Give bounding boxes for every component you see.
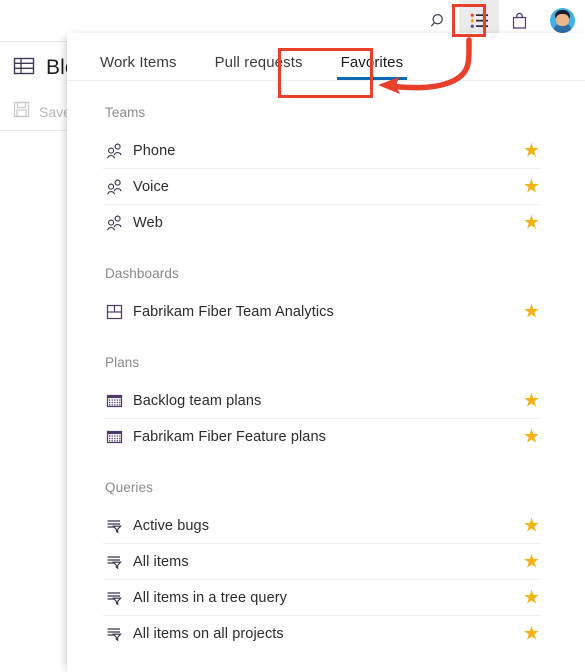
favorite-star-icon[interactable]: ★ (523, 391, 540, 410)
favorite-star-icon[interactable]: ★ (523, 427, 540, 446)
favorite-star-icon[interactable]: ★ (523, 141, 540, 160)
query-filter-icon-glyph (107, 627, 122, 641)
list-item-label: All items (133, 553, 189, 570)
favorite-star-icon[interactable]: ★ (523, 552, 540, 571)
favorite-star-icon[interactable]: ★ (523, 624, 540, 643)
people-icon-glyph (106, 143, 122, 158)
dashboard-icon-glyph (106, 304, 122, 319)
list-item-label: All items in a tree query (133, 589, 288, 606)
list-item-label: All items on all projects (133, 625, 284, 642)
dashboard-icon (103, 302, 125, 322)
flyout-tabstrip: Work Items Pull requests Favorites (67, 33, 585, 81)
query-filter-icon-glyph (107, 555, 122, 569)
group-teams: Teams Phone ★ Voice ★ Web ★ (67, 81, 585, 240)
list-item-label: Fabrikam Fiber Feature plans (133, 428, 326, 445)
table-icon-glyph (13, 57, 35, 74)
group-queries: Queries Active bugs ★ All items ★ All it… (67, 454, 585, 651)
marketplace-bag-icon-glyph (512, 12, 526, 29)
tab-favorites[interactable]: Favorites (334, 54, 411, 80)
query-filter-icon-glyph (107, 519, 122, 533)
table-icon (13, 55, 35, 82)
group-plans: Plans Backlog team plans ★ Fabrikam Fibe… (67, 329, 585, 454)
favorite-star-icon[interactable]: ★ (523, 588, 540, 607)
people-icon-glyph (106, 215, 122, 230)
list-item-label: Active bugs (133, 517, 210, 534)
favorite-star-icon[interactable]: ★ (523, 516, 540, 535)
list-item[interactable]: All items on all projects ★ (103, 615, 540, 651)
people-icon-glyph (106, 179, 122, 194)
people-icon (103, 177, 125, 197)
list-item[interactable]: Web ★ (103, 204, 540, 240)
group-title: Plans (105, 355, 140, 370)
people-icon (103, 141, 125, 161)
tab-pull-requests[interactable]: Pull requests (208, 54, 310, 80)
people-icon (103, 213, 125, 233)
plan-icon (103, 427, 125, 447)
list-item-label: Web (133, 214, 163, 231)
list-item[interactable]: All items ★ (103, 543, 540, 579)
save-icon-glyph (13, 101, 30, 118)
query-icon (103, 516, 125, 536)
save-icon (13, 101, 30, 123)
group-dashboards: Dashboards Fabrikam Fiber Team Analytics… (67, 240, 585, 329)
list-item[interactable]: Active bugs ★ (103, 508, 540, 543)
plan-icon-glyph (106, 394, 122, 407)
list-item-label: Voice (133, 178, 169, 195)
favorite-star-icon[interactable]: ★ (523, 177, 540, 196)
tab-work-items[interactable]: Work Items (93, 54, 184, 80)
list-item[interactable]: Backlog team plans ★ (103, 383, 540, 418)
favorites-flyout-panel: Work Items Pull requests Favorites Teams… (67, 33, 585, 672)
group-title: Dashboards (105, 266, 179, 281)
query-icon (103, 552, 125, 572)
query-filter-icon-glyph (107, 591, 122, 605)
group-title: Teams (105, 105, 146, 120)
query-icon (103, 588, 125, 608)
favorite-star-icon[interactable]: ★ (523, 302, 540, 321)
query-icon (103, 624, 125, 644)
list-item[interactable]: All items in a tree query ★ (103, 579, 540, 615)
favorites-list: Teams Phone ★ Voice ★ Web ★ Dashboards F… (67, 81, 585, 651)
group-title: Queries (105, 480, 153, 495)
plan-icon (103, 391, 125, 411)
work-items-icon-glyph (470, 13, 488, 28)
avatar-image (549, 8, 575, 33)
list-item[interactable]: Fabrikam Fiber Team Analytics ★ (103, 294, 540, 329)
list-item-label: Fabrikam Fiber Team Analytics (133, 303, 334, 320)
favorite-star-icon[interactable]: ★ (523, 213, 540, 232)
list-item-label: Backlog team plans (133, 392, 262, 409)
plan-icon-glyph (106, 430, 122, 443)
list-item[interactable]: Phone ★ (103, 133, 540, 168)
list-item[interactable]: Voice ★ (103, 168, 540, 204)
list-item-label: Phone (133, 142, 176, 159)
search-icon-glyph (430, 13, 443, 27)
list-item[interactable]: Fabrikam Fiber Feature plans ★ (103, 418, 540, 454)
